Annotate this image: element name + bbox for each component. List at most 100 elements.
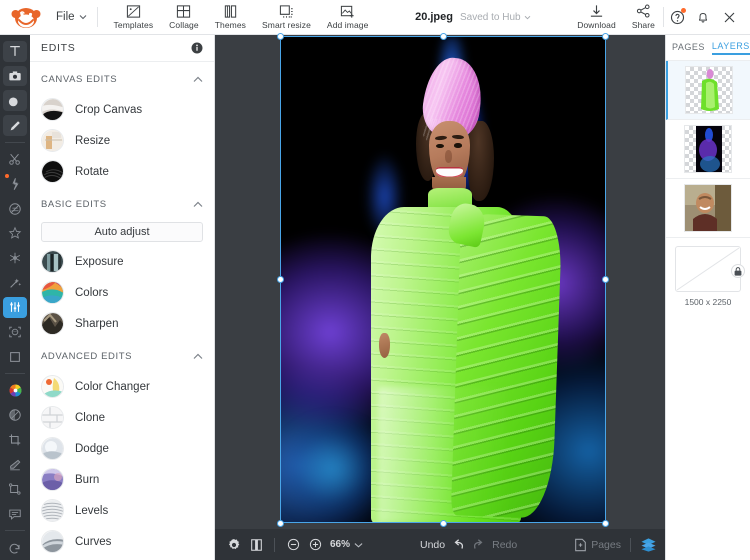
edit-row-levels[interactable]: Levels: [30, 495, 214, 526]
sidebar-item-eraser[interactable]: [3, 454, 27, 475]
sidebar-item-cutout[interactable]: [3, 149, 27, 170]
sidebar-item-filters[interactable]: [3, 198, 27, 219]
zoom-level-value[interactable]: 66%: [330, 539, 350, 550]
share-button[interactable]: Share: [624, 0, 663, 35]
collage-button[interactable]: Collage: [161, 0, 207, 35]
section-header-canvas-edits[interactable]: CANVAS EDITS: [30, 64, 214, 94]
sidebar-item-effects[interactable]: [3, 173, 27, 194]
settings-button[interactable]: [223, 534, 245, 556]
notifications-button[interactable]: [690, 0, 716, 35]
collage-icon: [176, 4, 191, 19]
redo-label[interactable]: Redo: [492, 539, 517, 551]
edit-row-sharpen[interactable]: Sharpen: [30, 308, 214, 339]
tab-layers[interactable]: LAYERS: [712, 41, 750, 55]
sidebar-item-textures[interactable]: [3, 248, 27, 269]
edit-row-dodge[interactable]: Dodge: [30, 433, 214, 464]
zoom-in-icon: [309, 538, 322, 551]
sidebar-item-history[interactable]: [3, 537, 27, 558]
edit-row-rotate[interactable]: Rotate: [30, 156, 214, 187]
resize-handle-bottom-center[interactable]: [440, 520, 447, 527]
resize-handle-middle-left[interactable]: [277, 276, 284, 283]
resize-handle-bottom-right[interactable]: [602, 520, 609, 527]
sidebar-item-color-wheel[interactable]: [3, 380, 27, 401]
templates-button[interactable]: Templates: [106, 0, 162, 35]
sidebar-item-text[interactable]: [3, 41, 27, 62]
sidebar-item-canvas[interactable]: [3, 346, 27, 367]
edit-row-clone[interactable]: Clone: [30, 402, 214, 433]
help-button[interactable]: [664, 0, 690, 35]
sidebar-item-photo[interactable]: [3, 66, 27, 87]
layer-item-smoke[interactable]: [666, 120, 750, 179]
download-button[interactable]: Download: [569, 0, 624, 35]
info-icon[interactable]: [191, 42, 203, 54]
resize-handle-top-left[interactable]: [277, 33, 284, 40]
edit-row-color-changer[interactable]: Color Changer: [30, 371, 214, 402]
add-image-button[interactable]: Add image: [319, 0, 377, 35]
redo-button[interactable]: [471, 538, 487, 552]
page-preview-cell[interactable]: 1500 x 2250: [666, 238, 750, 311]
sidebar-item-touchup[interactable]: [3, 272, 27, 293]
sidebar-item-face[interactable]: [3, 322, 27, 343]
sidebar-item-paint[interactable]: [3, 115, 27, 136]
auto-adjust-button[interactable]: Auto adjust: [41, 222, 203, 242]
canvas-stage[interactable]: [215, 35, 665, 560]
scissors-icon: [8, 152, 22, 166]
edit-row-exposure[interactable]: Exposure: [30, 246, 214, 277]
zoom-dropdown-chevron[interactable]: [354, 542, 363, 548]
layer-item-green-coat[interactable]: [666, 61, 750, 120]
compare-button[interactable]: [245, 534, 267, 556]
header-right-group: Download Share: [569, 0, 750, 35]
edit-row-colors[interactable]: Colors: [30, 277, 214, 308]
add-page-icon[interactable]: [574, 538, 587, 552]
sidebar-item-crop[interactable]: [3, 430, 27, 451]
sidebar-item-blend[interactable]: [3, 405, 27, 426]
layers-stack-icon: [640, 537, 657, 552]
pages-label[interactable]: Pages: [591, 539, 621, 551]
file-menu-button[interactable]: File: [52, 0, 97, 35]
undo-label[interactable]: Undo: [420, 539, 445, 551]
notification-dot: [681, 8, 686, 13]
layer-item-portrait[interactable]: [666, 179, 750, 238]
zoom-out-button[interactable]: [282, 534, 304, 556]
undo-button[interactable]: [450, 538, 466, 552]
save-status[interactable]: Saved to Hub: [460, 12, 531, 23]
smart-resize-button[interactable]: Smart resize: [254, 0, 319, 35]
rail-divider-2: [5, 373, 25, 374]
color-changer-thumb: [41, 375, 64, 398]
hair-right: [468, 121, 494, 201]
panel-title: EDITS: [41, 42, 75, 54]
edit-row-curves[interactable]: Curves: [30, 526, 214, 557]
resize-handle-top-center[interactable]: [440, 33, 447, 40]
resize-handle-top-right[interactable]: [602, 33, 609, 40]
bottom-toolbar: 66% Undo Redo: [215, 528, 665, 560]
sidebar-item-frames[interactable]: [3, 223, 27, 244]
section-header-advanced-edits[interactable]: ADVANCED EDITS: [30, 341, 214, 371]
tab-pages[interactable]: PAGES: [672, 42, 705, 54]
page-thumbnail[interactable]: [675, 246, 741, 292]
sidebar-item-transform[interactable]: [3, 479, 27, 500]
document-name: 20.jpeg: [415, 11, 453, 23]
close-window-button[interactable]: [716, 0, 742, 35]
themes-button[interactable]: Themes: [207, 0, 254, 35]
sidebar-item-edits[interactable]: [3, 297, 27, 318]
header-tool-group: Templates Collage Themes: [106, 0, 377, 35]
lock-icon[interactable]: [731, 264, 745, 278]
snowflake-icon: [8, 251, 22, 265]
sidebar-item-graphics[interactable]: [3, 90, 27, 111]
edit-row-burn[interactable]: Burn: [30, 464, 214, 495]
brush-icon: [8, 119, 22, 133]
edit-row-label: Clone: [75, 412, 105, 424]
image-canvas[interactable]: [280, 36, 606, 523]
resize-handle-bottom-left[interactable]: [277, 520, 284, 527]
file-menu-label: File: [56, 11, 75, 23]
sidebar-item-comment[interactable]: [3, 504, 27, 525]
zoom-in-button[interactable]: [304, 534, 326, 556]
layers-stack-button[interactable]: [640, 537, 657, 552]
picmonkey-logo[interactable]: [0, 0, 52, 35]
edit-row-crop-canvas[interactable]: Crop Canvas: [30, 94, 214, 125]
resize-handle-middle-right[interactable]: [602, 276, 609, 283]
edit-row-resize[interactable]: Resize: [30, 125, 214, 156]
page-dimensions-label: 1500 x 2250: [674, 297, 742, 307]
edit-row-label: Sharpen: [75, 318, 118, 330]
section-header-basic-edits[interactable]: BASIC EDITS: [30, 189, 214, 219]
